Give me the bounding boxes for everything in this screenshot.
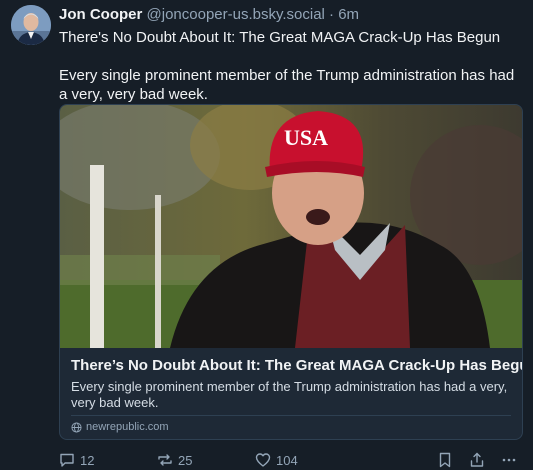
author-handle[interactable]: @joncooper-us.bsky.social	[147, 6, 325, 23]
hat-text: USA	[284, 125, 328, 150]
bookmark-button[interactable]	[438, 451, 452, 469]
separator-dot: ·	[329, 6, 335, 23]
share-button[interactable]	[469, 451, 485, 469]
share-icon	[470, 452, 484, 467]
link-card-domain-text: newrepublic.com	[86, 421, 169, 433]
post-text-line: Every single prominent member of the Tru…	[59, 67, 515, 103]
repost-button[interactable]: 25	[157, 451, 192, 469]
author-name[interactable]: Jon Cooper	[59, 6, 142, 23]
more-options-button[interactable]	[501, 451, 517, 469]
like-count: 104	[276, 452, 298, 468]
author-avatar[interactable]	[11, 5, 51, 45]
heart-icon	[255, 453, 271, 467]
like-button[interactable]: 104	[255, 451, 298, 469]
post-text-line: There's No Doubt About It: The Great MAG…	[59, 29, 501, 46]
speech-bubble-icon	[60, 453, 74, 467]
link-card-description: Every single prominent member of the Tru…	[71, 379, 508, 410]
post-timestamp[interactable]: 6m	[338, 6, 359, 23]
reply-count: 12	[80, 452, 95, 468]
globe-icon	[71, 421, 82, 433]
post-header: Jon Cooper @joncooper-us.bsky.social · 6…	[59, 6, 359, 24]
link-card[interactable]: USA There’s No Doubt About It: The Great…	[59, 104, 523, 440]
post-text: There's No Doubt About It: The Great MAG…	[59, 28, 519, 104]
bookmark-icon	[439, 452, 451, 468]
link-card-domain[interactable]: newrepublic.com	[71, 420, 169, 434]
reply-button[interactable]: 12	[59, 451, 94, 469]
link-card-divider	[71, 415, 511, 416]
link-card-image: USA	[60, 105, 522, 348]
link-card-title[interactable]: There’s No Doubt About It: The Great MAG…	[71, 357, 522, 375]
repost-arrows-icon	[158, 454, 172, 466]
post-actions: 12 25 104	[59, 451, 521, 469]
repost-count: 25	[178, 452, 193, 468]
ellipsis-icon	[502, 458, 516, 462]
